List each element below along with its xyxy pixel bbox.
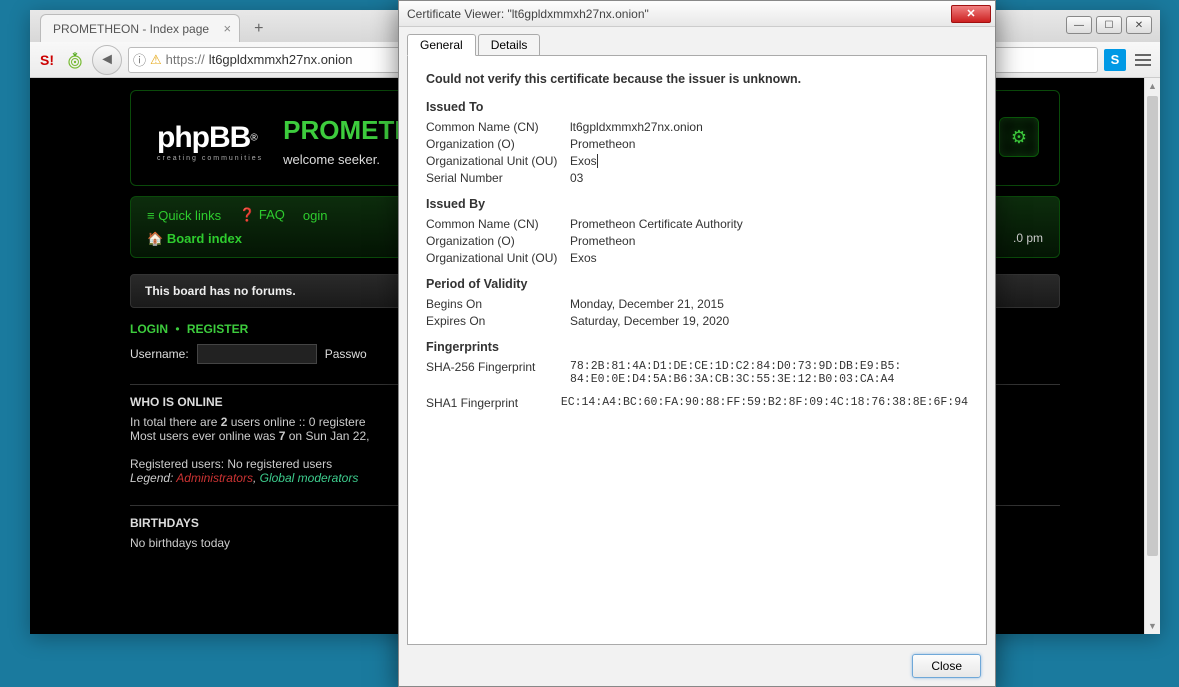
sha256-fp: 78:2B:81:4A:D1:DE:CE:1D:C2:84:D0:73:9D:D… bbox=[570, 360, 968, 386]
sha1-fp: EC:14:A4:BC:60:FA:90:88:FF:59:B2:8F:09:4… bbox=[561, 396, 968, 410]
minimize-button[interactable]: — bbox=[1066, 16, 1092, 34]
dialog-titlebar[interactable]: Certificate Viewer: "lt6gpldxmmxh27nx.on… bbox=[399, 1, 995, 27]
by-cn: Prometheon Certificate Authority bbox=[570, 217, 968, 231]
url-domain: lt6gpldxmmxh27nx.onion bbox=[209, 52, 353, 67]
login-title[interactable]: LOGIN bbox=[130, 322, 168, 336]
begins-on: Monday, December 21, 2015 bbox=[570, 297, 968, 311]
board-index-link[interactable]: Board index bbox=[167, 231, 242, 246]
close-window-button[interactable]: ✕ bbox=[1126, 16, 1152, 34]
issued-by-title: Issued By bbox=[426, 197, 968, 211]
cert-body: Could not verify this certificate becaus… bbox=[407, 55, 987, 645]
logo-subtitle: creating communities bbox=[157, 155, 263, 162]
username-label: Username: bbox=[130, 347, 189, 361]
new-tab-button[interactable]: + bbox=[246, 16, 271, 42]
menu-bars-icon: ≡ bbox=[147, 208, 155, 223]
by-o: Prometheon bbox=[570, 234, 968, 248]
scrollbar[interactable]: ▲ ▼ bbox=[1144, 78, 1160, 634]
info-icon[interactable]: ⓘ bbox=[133, 50, 146, 69]
tor-onion-icon[interactable] bbox=[64, 49, 86, 71]
skype-extension-icon[interactable]: S bbox=[1104, 49, 1126, 71]
window-controls: — ☐ ✕ bbox=[1066, 16, 1152, 34]
help-icon: ❓ bbox=[239, 207, 255, 222]
login-link[interactable]: ogin bbox=[303, 208, 328, 223]
cert-tabs: General Details bbox=[399, 27, 995, 55]
validity-title: Period of Validity bbox=[426, 277, 968, 291]
register-title[interactable]: REGISTER bbox=[187, 322, 248, 336]
phpbb-logo: phpBB® creating communities bbox=[157, 121, 263, 162]
cert-warning: Could not verify this certificate becaus… bbox=[426, 72, 968, 86]
tab-general[interactable]: General bbox=[407, 34, 476, 56]
scroll-up-icon[interactable]: ▲ bbox=[1145, 78, 1160, 94]
dialog-title: Certificate Viewer: "lt6gpldxmmxh27nx.on… bbox=[407, 7, 951, 21]
tab-title: PROMETHEON - Index page bbox=[53, 22, 209, 36]
certificate-viewer-dialog: Certificate Viewer: "lt6gpldxmmxh27nx.on… bbox=[398, 0, 996, 687]
issued-to-title: Issued To bbox=[426, 100, 968, 114]
mods-link[interactable]: Global moderators bbox=[260, 471, 359, 485]
admins-link[interactable]: Administrators bbox=[176, 471, 253, 485]
legend-label: Legend: bbox=[130, 471, 176, 485]
scroll-thumb[interactable] bbox=[1147, 96, 1158, 556]
to-serial: 03 bbox=[570, 171, 968, 185]
quick-links[interactable]: ≡ Quick links bbox=[147, 208, 221, 223]
home-icon: 🏠 bbox=[147, 231, 163, 246]
to-o: Prometheon bbox=[570, 137, 968, 151]
to-ou: Exos bbox=[570, 154, 968, 168]
security-warning-icon[interactable]: ⚠ bbox=[150, 52, 162, 68]
s-extension-icon[interactable]: S! bbox=[36, 49, 58, 71]
username-input[interactable] bbox=[197, 344, 317, 364]
faq-link[interactable]: ❓ FAQ bbox=[239, 207, 285, 223]
time-text: .0 pm bbox=[1013, 231, 1043, 245]
url-prefix: https:// bbox=[166, 52, 205, 67]
close-button[interactable]: Close bbox=[912, 654, 981, 678]
maximize-button[interactable]: ☐ bbox=[1096, 16, 1122, 34]
back-button[interactable]: ◄ bbox=[92, 45, 122, 75]
logo-text: phpBB bbox=[157, 121, 250, 154]
expires-on: Saturday, December 19, 2020 bbox=[570, 314, 968, 328]
to-cn: lt6gpldxmmxh27nx.onion bbox=[570, 120, 968, 134]
tab-details[interactable]: Details bbox=[478, 34, 541, 56]
tab-close-icon[interactable]: × bbox=[223, 21, 231, 36]
password-label: Passwo bbox=[325, 347, 367, 361]
dialog-close-button[interactable]: ✕ bbox=[951, 5, 991, 23]
gear-icon[interactable]: ⚙ bbox=[999, 117, 1039, 157]
hamburger-menu-icon[interactable] bbox=[1132, 49, 1154, 71]
browser-tab[interactable]: PROMETHEON - Index page × bbox=[40, 14, 240, 42]
scroll-down-icon[interactable]: ▼ bbox=[1145, 618, 1160, 634]
by-ou: Exos bbox=[570, 251, 968, 265]
fingerprints-title: Fingerprints bbox=[426, 340, 968, 354]
